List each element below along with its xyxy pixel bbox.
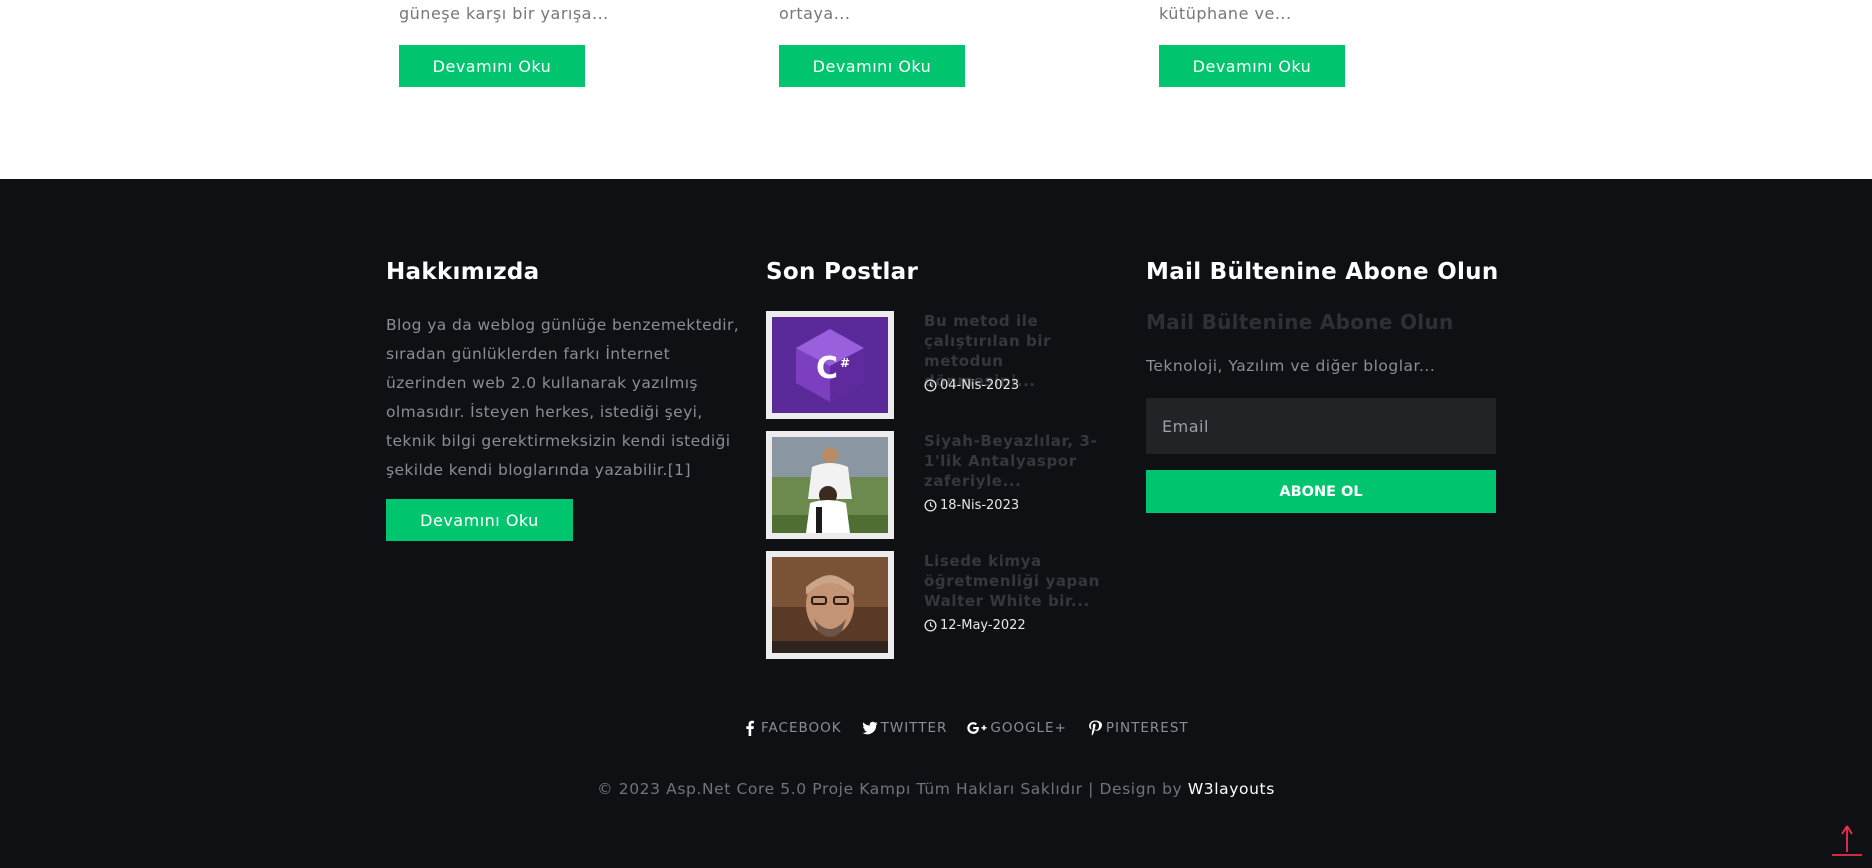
football-players-photo bbox=[772, 437, 888, 533]
newsletter-subtitle: Mail Bültenine Abone Olun bbox=[1146, 310, 1454, 334]
design-credit-link[interactable]: W3layouts bbox=[1188, 780, 1275, 798]
newsletter-text: Teknoloji, Yazılım ve diğer bloglar... bbox=[1146, 357, 1436, 375]
twitter-label: TWITTER bbox=[880, 720, 948, 736]
post-title[interactable]: Siyah-Beyazlılar, 3-1'lik Antalyaspor za… bbox=[924, 431, 1114, 491]
facebook-label: FACEBOOK bbox=[761, 720, 842, 736]
portrait-photo bbox=[772, 557, 888, 653]
card-excerpt: kütüphane ve... bbox=[1159, 4, 1292, 23]
clock-icon bbox=[924, 499, 937, 512]
pinterest-label: PINTEREST bbox=[1105, 720, 1189, 736]
social-links: FACEBOOK TWITTER GOOGLE+ PINTEREST bbox=[742, 720, 1189, 736]
twitter-icon bbox=[862, 721, 878, 735]
blog-cards-section: güneşe karşı bir yarışa... Devamını Oku … bbox=[0, 0, 1872, 179]
pinterest-icon bbox=[1089, 720, 1102, 736]
google-plus-link[interactable]: GOOGLE+ bbox=[967, 720, 1067, 736]
recent-post-item[interactable]: Siyah-Beyazlılar, 3-1'lik Antalyaspor za… bbox=[766, 431, 1116, 539]
copyright: © 2023 Asp.Net Core 5.0 Proje Kampı Tüm … bbox=[0, 780, 1872, 798]
card-excerpt: ortaya... bbox=[779, 4, 851, 23]
post-date: 18-Nis-2023 bbox=[924, 498, 1019, 513]
csharp-logo-icon: C # bbox=[772, 317, 888, 413]
read-more-button[interactable]: Devamını Oku bbox=[399, 45, 585, 87]
footer: Hakkımızda Blog ya da weblog günlüğe ben… bbox=[0, 179, 1872, 868]
recent-posts-title: Son Postlar bbox=[766, 259, 919, 285]
about-text: Blog ya da weblog günlüğe benzemektedir,… bbox=[386, 316, 740, 479]
post-date-text: 12-May-2022 bbox=[940, 618, 1026, 633]
post-date-text: 18-Nis-2023 bbox=[940, 498, 1020, 513]
twitter-link[interactable]: TWITTER bbox=[862, 720, 948, 736]
google-plus-icon bbox=[967, 722, 987, 734]
clock-icon bbox=[924, 619, 937, 632]
read-more-button[interactable]: Devamını Oku bbox=[1159, 45, 1345, 87]
facebook-icon bbox=[746, 720, 754, 736]
svg-text:#: # bbox=[840, 356, 850, 370]
post-thumbnail[interactable] bbox=[766, 551, 894, 659]
scroll-to-top-icon[interactable] bbox=[1830, 822, 1864, 858]
newsletter-title: Mail Bültenine Abone Olun bbox=[1146, 259, 1499, 285]
facebook-link[interactable]: FACEBOOK bbox=[742, 720, 842, 736]
read-more-button[interactable]: Devamını Oku bbox=[779, 45, 965, 87]
post-thumbnail[interactable]: C # bbox=[766, 311, 894, 419]
post-title[interactable]: Lisede kimya öğretmenliği yapan Walter W… bbox=[924, 551, 1114, 611]
post-date-text: 04-Nis-2023 bbox=[940, 378, 1020, 393]
google-plus-label: GOOGLE+ bbox=[990, 720, 1067, 736]
email-input[interactable] bbox=[1146, 398, 1496, 454]
recent-post-item[interactable]: C # Bu metod ile çalıştırılan bir metodu… bbox=[766, 311, 1116, 419]
about-title: Hakkımızda bbox=[386, 259, 540, 285]
card-excerpt: güneşe karşı bir yarışa... bbox=[399, 4, 609, 23]
clock-icon bbox=[924, 379, 937, 392]
subscribe-button[interactable]: ABONE OL bbox=[1146, 470, 1496, 513]
svg-text:C: C bbox=[816, 351, 838, 386]
post-date: 04-Nis-2023 bbox=[924, 378, 1019, 393]
post-thumbnail[interactable] bbox=[766, 431, 894, 539]
recent-post-item[interactable]: Lisede kimya öğretmenliği yapan Walter W… bbox=[766, 551, 1116, 659]
post-date: 12-May-2022 bbox=[924, 618, 1026, 633]
pinterest-link[interactable]: PINTEREST bbox=[1087, 720, 1189, 736]
copyright-text: © 2023 Asp.Net Core 5.0 Proje Kampı Tüm … bbox=[597, 780, 1188, 798]
about-read-more-button[interactable]: Devamını Oku bbox=[386, 499, 573, 541]
